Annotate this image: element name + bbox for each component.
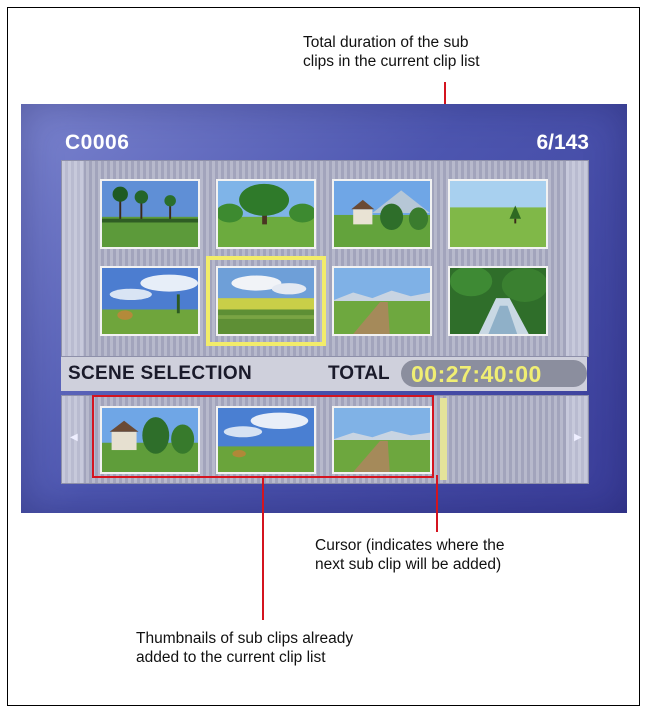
scene-selection-label: SCENE SELECTION (68, 363, 252, 384)
clip-thumbnail[interactable] (332, 179, 432, 249)
callout-cursor: Cursor (indicates where the next sub cli… (315, 537, 505, 573)
leader-line-thumbnails (262, 478, 264, 620)
clip-thumbnail-selected[interactable] (216, 266, 316, 336)
total-duration-display: 00:27:40:00 (401, 360, 587, 387)
clip-thumbnail[interactable] (448, 266, 548, 336)
sub-clips-highlight-box (92, 395, 434, 478)
total-timecode: 00:27:40:00 (411, 361, 542, 387)
callout-total-duration: Total duration of the sub clips in the c… (303, 34, 480, 70)
clip-thumbnail[interactable] (332, 266, 432, 336)
grid-left-strip (62, 161, 84, 356)
leader-line-cursor (436, 475, 438, 532)
clip-thumbnail[interactable] (100, 266, 200, 336)
clip-thumbnail[interactable] (448, 179, 548, 249)
clip-thumbnail[interactable] (100, 179, 200, 249)
total-label: TOTAL (328, 363, 390, 384)
clip-thumbnail-grid (61, 160, 589, 357)
chevron-left-icon[interactable]: ◀ (70, 432, 78, 443)
insertion-cursor (440, 398, 447, 480)
callout-thumbnails: Thumbnails of sub clips already added to… (136, 630, 354, 666)
clip-thumbnail[interactable] (216, 179, 316, 249)
strip-right-scroll[interactable]: ▶ (566, 396, 588, 483)
grid-right-strip (566, 161, 588, 356)
clip-counter: 6/143 (536, 131, 589, 154)
clip-id: C0006 (65, 131, 130, 154)
strip-left-scroll[interactable]: ◀ (62, 396, 84, 483)
chevron-right-icon[interactable]: ▶ (574, 432, 582, 443)
status-bar: SCENE SELECTION TOTAL 00:27:40:00 (61, 357, 587, 391)
